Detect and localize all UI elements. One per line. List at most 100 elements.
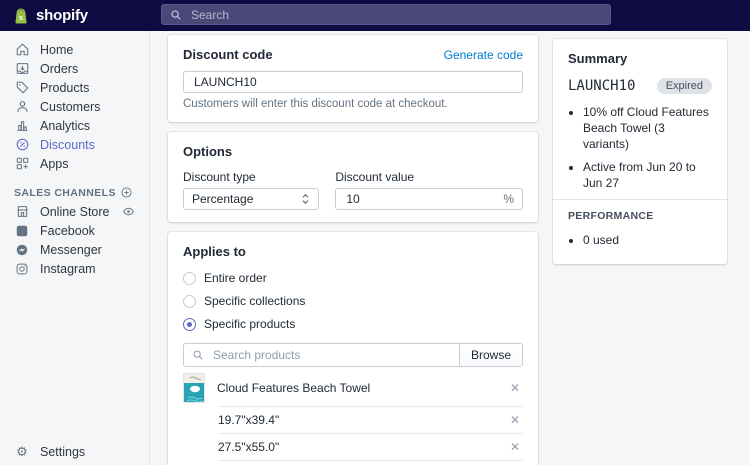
product-search-field[interactable] xyxy=(184,344,459,366)
remove-variant-icon[interactable]: ✕ xyxy=(507,441,523,453)
instagram-icon xyxy=(14,262,30,276)
sidebar-item-label: Analytics xyxy=(40,119,90,133)
summary-title: Summary xyxy=(568,51,712,66)
sidebar-item-instagram[interactable]: Instagram xyxy=(0,259,149,278)
sales-channels-header: SALES CHANNELS xyxy=(0,183,149,202)
eye-icon[interactable] xyxy=(122,205,135,218)
product-name: Cloud Features Beach Towel xyxy=(217,381,370,395)
percent-badge-icon xyxy=(14,137,30,152)
remove-variant-icon[interactable]: ✕ xyxy=(507,414,523,426)
discount-code-input[interactable] xyxy=(192,74,514,90)
discount-code-helper: Customers will enter this discount code … xyxy=(183,98,523,110)
variant-row: 31.5"x63.0" ✕ xyxy=(218,460,523,465)
add-channel-button[interactable] xyxy=(120,186,133,199)
messenger-icon xyxy=(14,243,30,257)
main-content: Discount code Generate code Customers wi… xyxy=(150,31,750,465)
shopify-logo[interactable]: s shopify xyxy=(12,0,88,31)
performance-bullet-list: 0 used xyxy=(568,232,712,248)
discount-value-input[interactable] xyxy=(344,191,503,207)
person-icon xyxy=(14,99,30,114)
performance-bullet: 0 used xyxy=(583,232,712,248)
orders-icon xyxy=(14,61,30,76)
sales-channels-label: SALES CHANNELS xyxy=(14,187,116,199)
selected-product-row: Cloud Features Beach Towel ✕ xyxy=(183,370,523,406)
summary-card: Summary LAUNCH10 Expired 10% off Cloud F… xyxy=(553,39,727,264)
sidebar-item-analytics[interactable]: Analytics xyxy=(0,116,149,135)
bar-chart-icon xyxy=(14,118,30,133)
summary-code: LAUNCH10 xyxy=(568,78,635,94)
discount-code-title: Discount code xyxy=(183,47,273,62)
sidebar-item-discounts[interactable]: Discounts xyxy=(0,135,149,154)
radio-specific-collections[interactable]: Specific collections xyxy=(183,291,523,311)
browse-button[interactable]: Browse xyxy=(459,344,522,366)
percent-suffix: % xyxy=(503,192,514,206)
variant-row: 27.5"x55.0" ✕ xyxy=(218,433,523,460)
sidebar-item-label: Orders xyxy=(40,62,78,76)
radio-circle-selected[interactable] xyxy=(183,318,196,331)
discount-type-label: Discount type xyxy=(183,170,319,184)
svg-text:s: s xyxy=(19,13,23,22)
remove-product-icon[interactable]: ✕ xyxy=(507,382,523,394)
sidebar-item-label: Facebook xyxy=(40,224,95,238)
discount-value-label: Discount value xyxy=(335,170,523,184)
product-thumbnail xyxy=(183,373,205,403)
summary-bullet-list: 10% off Cloud Features Beach Towel (3 va… xyxy=(568,104,712,191)
expired-badge: Expired xyxy=(657,78,712,94)
summary-bullet: 10% off Cloud Features Beach Towel (3 va… xyxy=(583,104,712,153)
sidebar-item-facebook[interactable]: f Facebook xyxy=(0,221,149,240)
radio-circle[interactable] xyxy=(183,272,196,285)
sidebar-item-online-store[interactable]: Online Store xyxy=(0,202,149,221)
sidebar-item-customers[interactable]: Customers xyxy=(0,97,149,116)
radio-label: Specific products xyxy=(204,317,295,331)
sidebar-item-label: Discounts xyxy=(40,138,95,152)
sidebar-item-home[interactable]: Home xyxy=(0,40,149,59)
gear-icon: ⚙ xyxy=(14,445,30,458)
product-search-input[interactable] xyxy=(211,347,451,363)
variant-label: 27.5"x55.0" xyxy=(218,440,279,454)
discount-type-value: Percentage xyxy=(192,192,253,206)
sidebar-item-label: Online Store xyxy=(40,205,109,219)
apps-grid-icon xyxy=(14,156,30,171)
radio-circle[interactable] xyxy=(183,295,196,308)
sidebar-item-label: Instagram xyxy=(40,262,96,276)
home-icon xyxy=(14,42,30,57)
sidebar-item-orders[interactable]: Orders xyxy=(0,59,149,78)
svg-text:f: f xyxy=(22,227,25,236)
global-search[interactable] xyxy=(161,4,611,25)
sidebar-item-label: Customers xyxy=(40,100,100,114)
logo-wordmark: shopify xyxy=(36,7,88,24)
up-down-carets-icon xyxy=(301,193,310,205)
search-input[interactable] xyxy=(189,7,602,23)
radio-label: Entire order xyxy=(204,271,267,285)
applies-to-title: Applies to xyxy=(183,244,523,259)
sidebar-item-label: Products xyxy=(40,81,89,95)
radio-label: Specific collections xyxy=(204,294,305,308)
radio-specific-products[interactable]: Specific products xyxy=(183,314,523,334)
discount-code-card: Discount code Generate code Customers wi… xyxy=(168,35,538,122)
summary-divider xyxy=(553,199,727,200)
search-icon xyxy=(170,9,182,21)
sidebar-item-apps[interactable]: Apps xyxy=(0,154,149,173)
sidebar: Home Orders Products Customers Analytics… xyxy=(0,31,150,465)
summary-bullet: Active from Jun 20 to Jun 27 xyxy=(583,159,712,191)
sidebar-item-label: Settings xyxy=(40,445,85,459)
discount-type-select[interactable]: Percentage xyxy=(183,188,319,210)
variant-label: 19.7"x39.4" xyxy=(218,413,279,427)
radio-entire-order[interactable]: Entire order xyxy=(183,268,523,288)
sidebar-item-messenger[interactable]: Messenger xyxy=(0,240,149,259)
discount-code-field-wrap xyxy=(183,71,523,93)
sidebar-item-label: Apps xyxy=(40,157,69,171)
generate-code-link[interactable]: Generate code xyxy=(444,48,523,62)
topbar: s shopify xyxy=(0,0,750,31)
storefront-icon xyxy=(14,204,30,219)
applies-to-card: Applies to Entire order Specific collect… xyxy=(168,232,538,465)
performance-header: PERFORMANCE xyxy=(568,210,712,222)
sidebar-item-settings[interactable]: ⚙ Settings xyxy=(0,442,149,461)
search-icon xyxy=(192,349,204,361)
options-card: Options Discount type Percentage Discoun… xyxy=(168,132,538,222)
variant-row: 19.7"x39.4" ✕ xyxy=(218,406,523,433)
tag-icon xyxy=(14,80,30,95)
product-search-group: Browse xyxy=(183,343,523,367)
shopify-bag-icon: s xyxy=(12,7,30,25)
sidebar-item-products[interactable]: Products xyxy=(0,78,149,97)
